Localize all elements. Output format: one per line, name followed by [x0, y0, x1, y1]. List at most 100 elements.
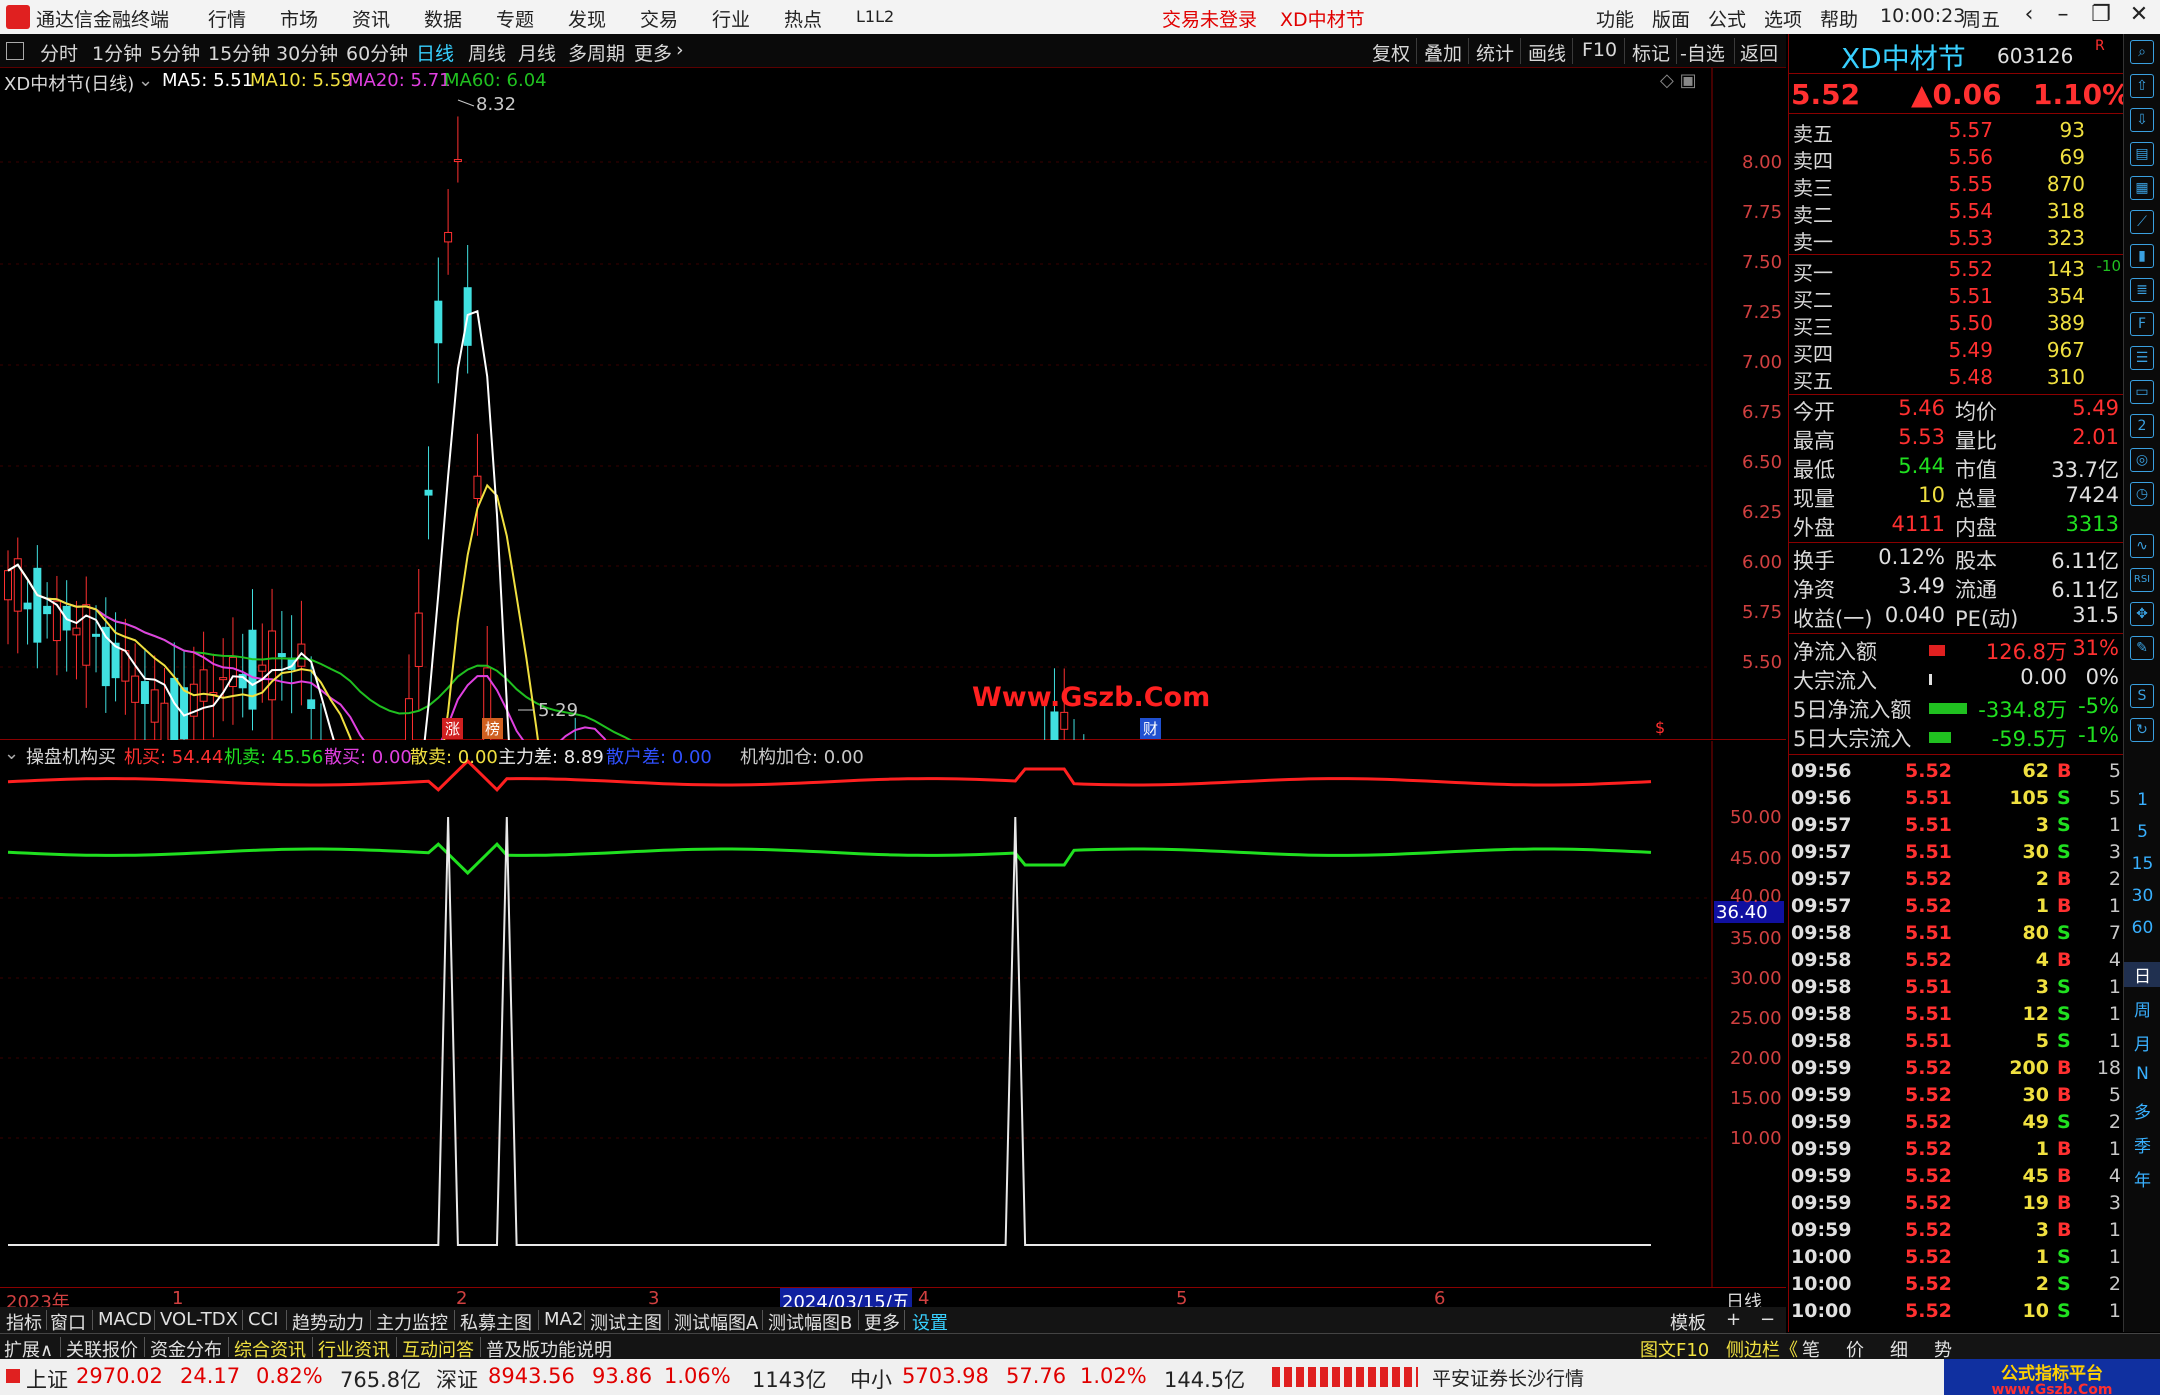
chart-options-icon[interactable]: ⌄ — [138, 70, 153, 91]
tick-row[interactable]: 09:58 5.51 3 S 1 — [1789, 976, 2123, 1003]
tick-row[interactable]: 09:57 5.51 30 S 3 — [1789, 841, 2123, 868]
sell-level-4[interactable]: 卖四 5.56 69 — [1789, 145, 2123, 173]
tab-cci[interactable]: CCI — [248, 1309, 278, 1330]
btn-fuquan[interactable]: 复权 — [1372, 39, 1410, 66]
pen-icon[interactable]: ✎ — [2130, 636, 2154, 660]
tick-row[interactable]: 09:59 5.52 1 B 1 — [1789, 1138, 2123, 1165]
refresh-icon[interactable]: ↻ — [2130, 718, 2154, 742]
sz-index-name[interactable]: 深证 — [436, 1364, 478, 1394]
marker-bang[interactable]: 榜 — [482, 718, 504, 739]
tab-simuzhutu[interactable]: 私募主图 — [460, 1309, 532, 1335]
menu-banmian[interactable]: 版面 — [1652, 5, 1690, 32]
buy-level-4[interactable]: 买四 5.49 967 — [1789, 338, 2123, 366]
marker-zhang[interactable]: 涨 — [442, 718, 464, 739]
period-multi[interactable]: 多周期 — [568, 39, 625, 66]
tick-row[interactable]: 09:59 5.52 200 B 18 — [1789, 1057, 2123, 1084]
side-period-year[interactable]: 年 — [2124, 1166, 2160, 1191]
move-icon[interactable]: ✥ — [2130, 602, 2154, 626]
candle-icon[interactable]: ▮ — [2130, 244, 2154, 268]
indicator-chart[interactable]: ⌄ 操盘机构买 机买: 54.44 机卖: 45.56 散买: 0.00 散卖:… — [0, 741, 1786, 1287]
tab-more[interactable]: 更多 — [864, 1309, 900, 1335]
f2-icon[interactable]: 2 — [2130, 414, 2154, 438]
btn-f10[interactable]: F10 — [1582, 39, 1617, 61]
compass-icon[interactable]: ◎ — [2130, 448, 2154, 472]
buy-level-2[interactable]: 买二 5.51 354 — [1789, 284, 2123, 312]
menu-jiaoyi[interactable]: 交易 — [640, 5, 678, 32]
menu-redian[interactable]: 热点 — [784, 5, 822, 32]
more-chevron-icon[interactable]: › — [676, 39, 684, 61]
period-more[interactable]: 更多 — [634, 39, 672, 66]
marker-cai[interactable]: 财 — [1140, 718, 1162, 739]
tick-row[interactable]: 10:00 5.52 1 S 1 — [1789, 1246, 2123, 1273]
btn-zixuan[interactable]: -自选 — [1680, 39, 1725, 66]
menu-hangqing[interactable]: 行情 — [208, 5, 246, 32]
tick-row[interactable]: 09:57 5.51 3 S 1 — [1789, 814, 2123, 841]
btn-biaoji[interactable]: 标记 — [1632, 39, 1670, 66]
indicator-options-icon[interactable]: ⌄ — [4, 743, 19, 764]
side-period-5[interactable]: 5 — [2124, 822, 2160, 842]
btn-huaxian[interactable]: 画线 — [1528, 39, 1566, 66]
tab-zhulijiankong[interactable]: 主力监控 — [376, 1309, 448, 1335]
tab-ceshizhutu[interactable]: 测试主图 — [590, 1309, 662, 1335]
buy-level-5[interactable]: 买五 5.48 310 — [1789, 365, 2123, 393]
close-icon[interactable]: ✕ — [2122, 2, 2156, 32]
tick-row[interactable]: 09:59 5.52 3 B 1 — [1789, 1219, 2123, 1246]
period-60min[interactable]: 60分钟 — [346, 39, 408, 66]
period-day[interactable]: 日线 — [416, 39, 454, 66]
rsi-icon[interactable]: RSI — [2130, 568, 2154, 592]
tick-row[interactable]: 09:59 5.52 45 B 4 — [1789, 1165, 2123, 1192]
tick-row[interactable]: 09:57 5.52 2 B 2 — [1789, 868, 2123, 895]
tab-vol-tdx[interactable]: VOL-TDX — [160, 1309, 238, 1330]
wave-icon[interactable]: ∿ — [2130, 534, 2154, 558]
arrow-down-icon[interactable]: ⇩ — [2130, 108, 2154, 132]
tick-row[interactable]: 09:56 5.51 105 S 5 — [1789, 787, 2123, 814]
menu-xuanxiang[interactable]: 选项 — [1764, 5, 1802, 32]
menu-gongneng[interactable]: 功能 — [1596, 5, 1634, 32]
tick-row[interactable]: 10:00 5.52 10 S 1 — [1789, 1300, 2123, 1327]
side-period-month[interactable]: 月 — [2124, 1030, 2160, 1055]
tab-ceshifutu-b[interactable]: 测试幅图B — [768, 1309, 852, 1335]
btn-diejia[interactable]: 叠加 — [1424, 39, 1462, 66]
sell-level-3[interactable]: 卖三 5.55 870 — [1789, 172, 2123, 200]
tick-row[interactable]: 09:59 5.52 30 B 5 — [1789, 1084, 2123, 1111]
marker-dividend[interactable]: $ — [1655, 718, 1665, 737]
sell-level-2[interactable]: 卖二 5.54 318 — [1789, 199, 2123, 227]
layout-icon[interactable]: ◇ ▣ — [1660, 70, 1697, 91]
period-week[interactable]: 周线 — [468, 39, 506, 66]
side-period-1[interactable]: 1 — [2124, 790, 2160, 810]
menu-hangye[interactable]: 行业 — [712, 5, 750, 32]
list-icon[interactable]: ☰ — [2130, 346, 2154, 370]
doc-icon[interactable]: ▭ — [2130, 380, 2154, 404]
tick-row[interactable]: 09:58 5.51 5 S 1 — [1789, 1030, 2123, 1057]
toggle-panel-icon[interactable] — [6, 42, 24, 60]
buy-level-1[interactable]: 买一 5.52 143 -10 — [1789, 257, 2123, 285]
period-1min[interactable]: 1分钟 — [92, 39, 142, 66]
restore-icon[interactable]: ❐ — [2084, 2, 2118, 32]
chart-icon[interactable]: ▤ — [2130, 142, 2154, 166]
btn-template[interactable]: 模板 — [1670, 1309, 1706, 1335]
minimize-icon[interactable]: – — [2046, 2, 2080, 32]
tick-row[interactable]: 09:58 5.52 4 B 4 — [1789, 949, 2123, 976]
btn-remove-window[interactable]: − — [1760, 1309, 1775, 1330]
line-chart-icon[interactable]: ⟋ — [2130, 210, 2154, 234]
tick-row[interactable]: 09:59 5.52 19 B 3 — [1789, 1192, 2123, 1219]
kline-chart[interactable]: XD中材节(日线) ⌄ MA5: 5.51 MA10: 5.59 MA20: 5… — [0, 68, 1786, 740]
side-period-season[interactable]: 季 — [2124, 1132, 2160, 1157]
tab-ceshifutu-a[interactable]: 测试幅图A — [674, 1309, 758, 1335]
side-period-n[interactable]: N — [2124, 1064, 2160, 1084]
tick-row[interactable]: 09:56 5.52 62 B 5 — [1789, 760, 2123, 787]
menu-zhuanti[interactable]: 专题 — [496, 5, 534, 32]
tick-row[interactable]: 09:59 5.52 49 S 2 — [1789, 1111, 2123, 1138]
tick-row[interactable]: 09:58 5.51 12 S 1 — [1789, 1003, 2123, 1030]
side-period-30[interactable]: 30 — [2124, 886, 2160, 906]
tab-ma2[interactable]: MA2 — [544, 1309, 583, 1330]
side-period-60[interactable]: 60 — [2124, 918, 2160, 938]
period-30min[interactable]: 30分钟 — [276, 39, 338, 66]
period-5min[interactable]: 5分钟 — [150, 39, 200, 66]
tab-macd[interactable]: MACD — [98, 1309, 152, 1330]
tick-row[interactable]: 09:58 5.51 80 S 7 — [1789, 922, 2123, 949]
sh-index-name[interactable]: 上证 — [26, 1364, 68, 1394]
menu-shichang[interactable]: 市场 — [280, 5, 318, 32]
back-icon[interactable]: ‹ — [2012, 2, 2046, 32]
fs-icon[interactable]: S — [2130, 684, 2154, 708]
